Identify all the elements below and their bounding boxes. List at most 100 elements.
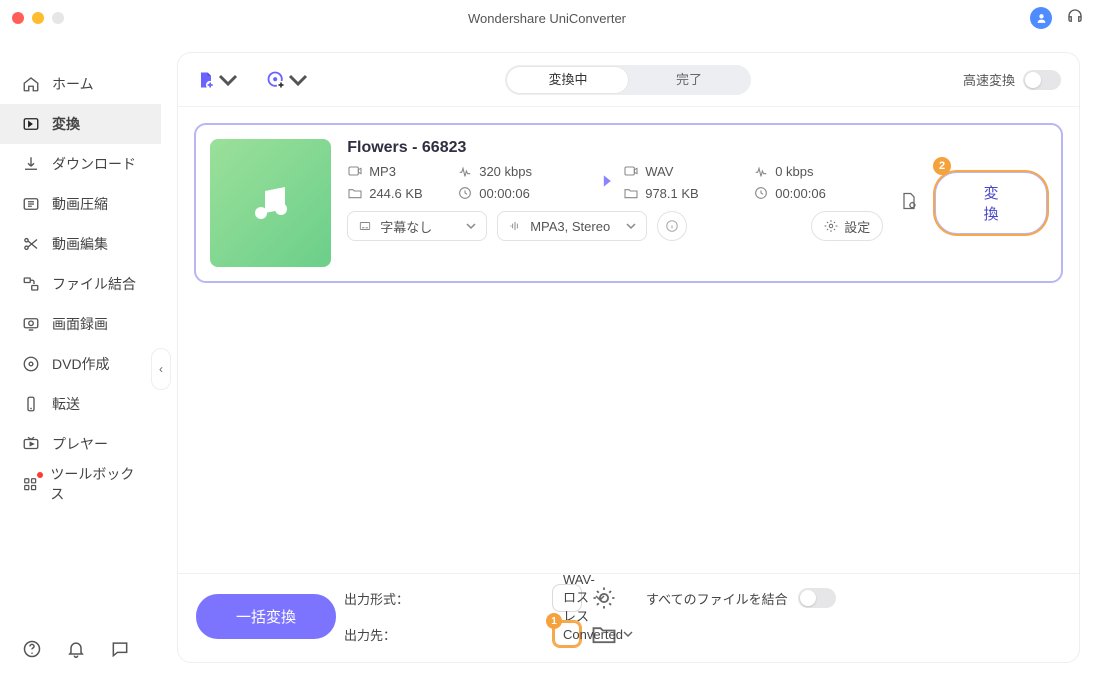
feedback-button[interactable] [110,639,130,659]
chevron-down-icon [288,70,308,90]
chevron-down-icon [626,219,636,234]
gear-icon [824,219,838,233]
gear-icon [590,584,618,612]
sidebar-item-edit[interactable]: 動画編集 [0,224,161,264]
src-size: 244.6 KB [369,186,423,201]
sidebar-item-label: 動画編集 [52,234,108,254]
sidebar-item-label: 変換 [52,114,80,134]
tab-converting[interactable]: 変換中 [507,67,628,93]
sidebar-item-home[interactable]: ホーム [0,64,161,104]
audio-track-value: MPA3, Stereo [530,219,610,234]
src-format: MP3 [369,164,396,179]
sidebar-item-transfer[interactable]: 転送 [0,384,161,424]
support-button[interactable] [1066,7,1084,30]
add-file-button[interactable] [196,70,238,90]
sidebar-item-toolbox[interactable]: ツールボックス [0,464,161,504]
disc-add-icon [266,70,286,90]
file-gear-icon [899,191,919,211]
output-format-label: 出力形式： [344,589,544,608]
notifications-button[interactable] [66,639,86,659]
chevron-down-icon [218,70,238,90]
user-icon [1035,12,1048,25]
record-icon [22,315,40,333]
merge-label: すべてのファイルを結合 [646,589,788,608]
settings-button[interactable]: 設定 [811,211,883,241]
home-icon [22,75,40,93]
scissors-icon [22,235,40,253]
sidebar-item-merge[interactable]: ファイル結合 [0,264,161,304]
sidebar: ホーム 変換 ダウンロード 動画圧縮 動画編集 ファイル結合 [0,36,161,681]
add-disc-button[interactable] [266,70,308,90]
sidebar-item-dvd[interactable]: DVD作成 [0,344,161,384]
sidebar-item-label: ダウンロード [52,154,136,174]
sidebar-item-label: プレヤー [52,434,108,454]
apps-icon [22,475,38,493]
minimize-window-icon[interactable] [32,12,44,24]
video-icon [623,163,639,179]
app-title: Wondershare UniConverter [64,11,1030,26]
disc-icon [22,355,40,373]
format-settings-button[interactable] [590,584,618,612]
close-window-icon[interactable] [12,12,24,24]
subtitle-value: 字幕なし [380,217,432,236]
chevron-down-icon [623,627,633,642]
sidebar-collapse-button[interactable]: ‹ [151,348,171,390]
sidebar-item-compress[interactable]: 動画圧縮 [0,184,161,224]
file-add-icon [196,70,216,90]
sidebar-item-record[interactable]: 画面録画 [0,304,161,344]
audio-track-dropdown[interactable]: MPA3, Stereo [497,211,647,241]
compress-icon [22,195,40,213]
subtitle-dropdown[interactable]: 字幕なし [347,211,487,241]
folder-icon [623,185,639,201]
dst-bitrate: 0 kbps [775,164,813,179]
zoom-window-icon[interactable] [52,12,64,24]
sidebar-item-label: 画面録画 [52,314,108,334]
sidebar-item-player[interactable]: プレヤー [0,424,161,464]
batch-convert-button[interactable]: 一括変換 [196,594,336,639]
annotation-badge-2: 2 [933,157,951,175]
convert-icon [22,115,40,133]
bitrate-icon [753,163,769,179]
dst-format: WAV [645,164,673,179]
output-format-dropdown[interactable]: WAV-ロスレス [552,584,582,612]
sidebar-item-label: ツールボックス [50,464,139,504]
arrow-right-icon [587,172,615,190]
account-avatar[interactable] [1030,7,1052,29]
high-speed-label: 高速変換 [963,70,1015,89]
dst-size: 978.1 KB [645,186,699,201]
window-controls[interactable] [12,12,64,24]
status-tabs: 変換中 完了 [505,65,751,95]
output-settings-button[interactable] [899,191,919,216]
src-duration: 00:00:06 [479,186,530,201]
headset-icon [1066,7,1084,25]
convert-button[interactable]: 変換 [935,172,1047,234]
output-dest-value: Converted [563,627,623,642]
file-item[interactable]: Flowers - 66823 MP3 320 kbps [194,123,1063,283]
info-icon [665,219,679,233]
file-thumbnail [210,139,331,267]
video-icon [347,163,363,179]
high-speed-toggle[interactable] [1023,70,1061,90]
folder-icon [347,185,363,201]
annotation-badge-1: 1 [546,613,562,629]
chevron-down-icon [466,219,476,234]
settings-label: 設定 [844,217,870,236]
sidebar-item-label: ファイル結合 [52,274,136,294]
sidebar-item-label: 動画圧縮 [52,194,108,214]
clock-icon [457,185,473,201]
dst-duration: 00:00:06 [775,186,826,201]
sidebar-item-convert[interactable]: 変換 [0,104,161,144]
tab-done[interactable]: 完了 [628,67,749,93]
bitrate-icon [457,163,473,179]
subtitle-icon [358,219,372,233]
clock-icon [753,185,769,201]
sidebar-item-label: ホーム [52,74,94,94]
waveform-icon [508,219,522,233]
file-title: Flowers - 66823 [347,139,883,157]
info-button[interactable] [657,211,687,241]
merge-toggle[interactable] [798,588,836,608]
help-button[interactable] [22,639,42,659]
bell-icon [66,639,86,659]
sidebar-item-download[interactable]: ダウンロード [0,144,161,184]
sidebar-item-label: DVD作成 [52,354,110,374]
